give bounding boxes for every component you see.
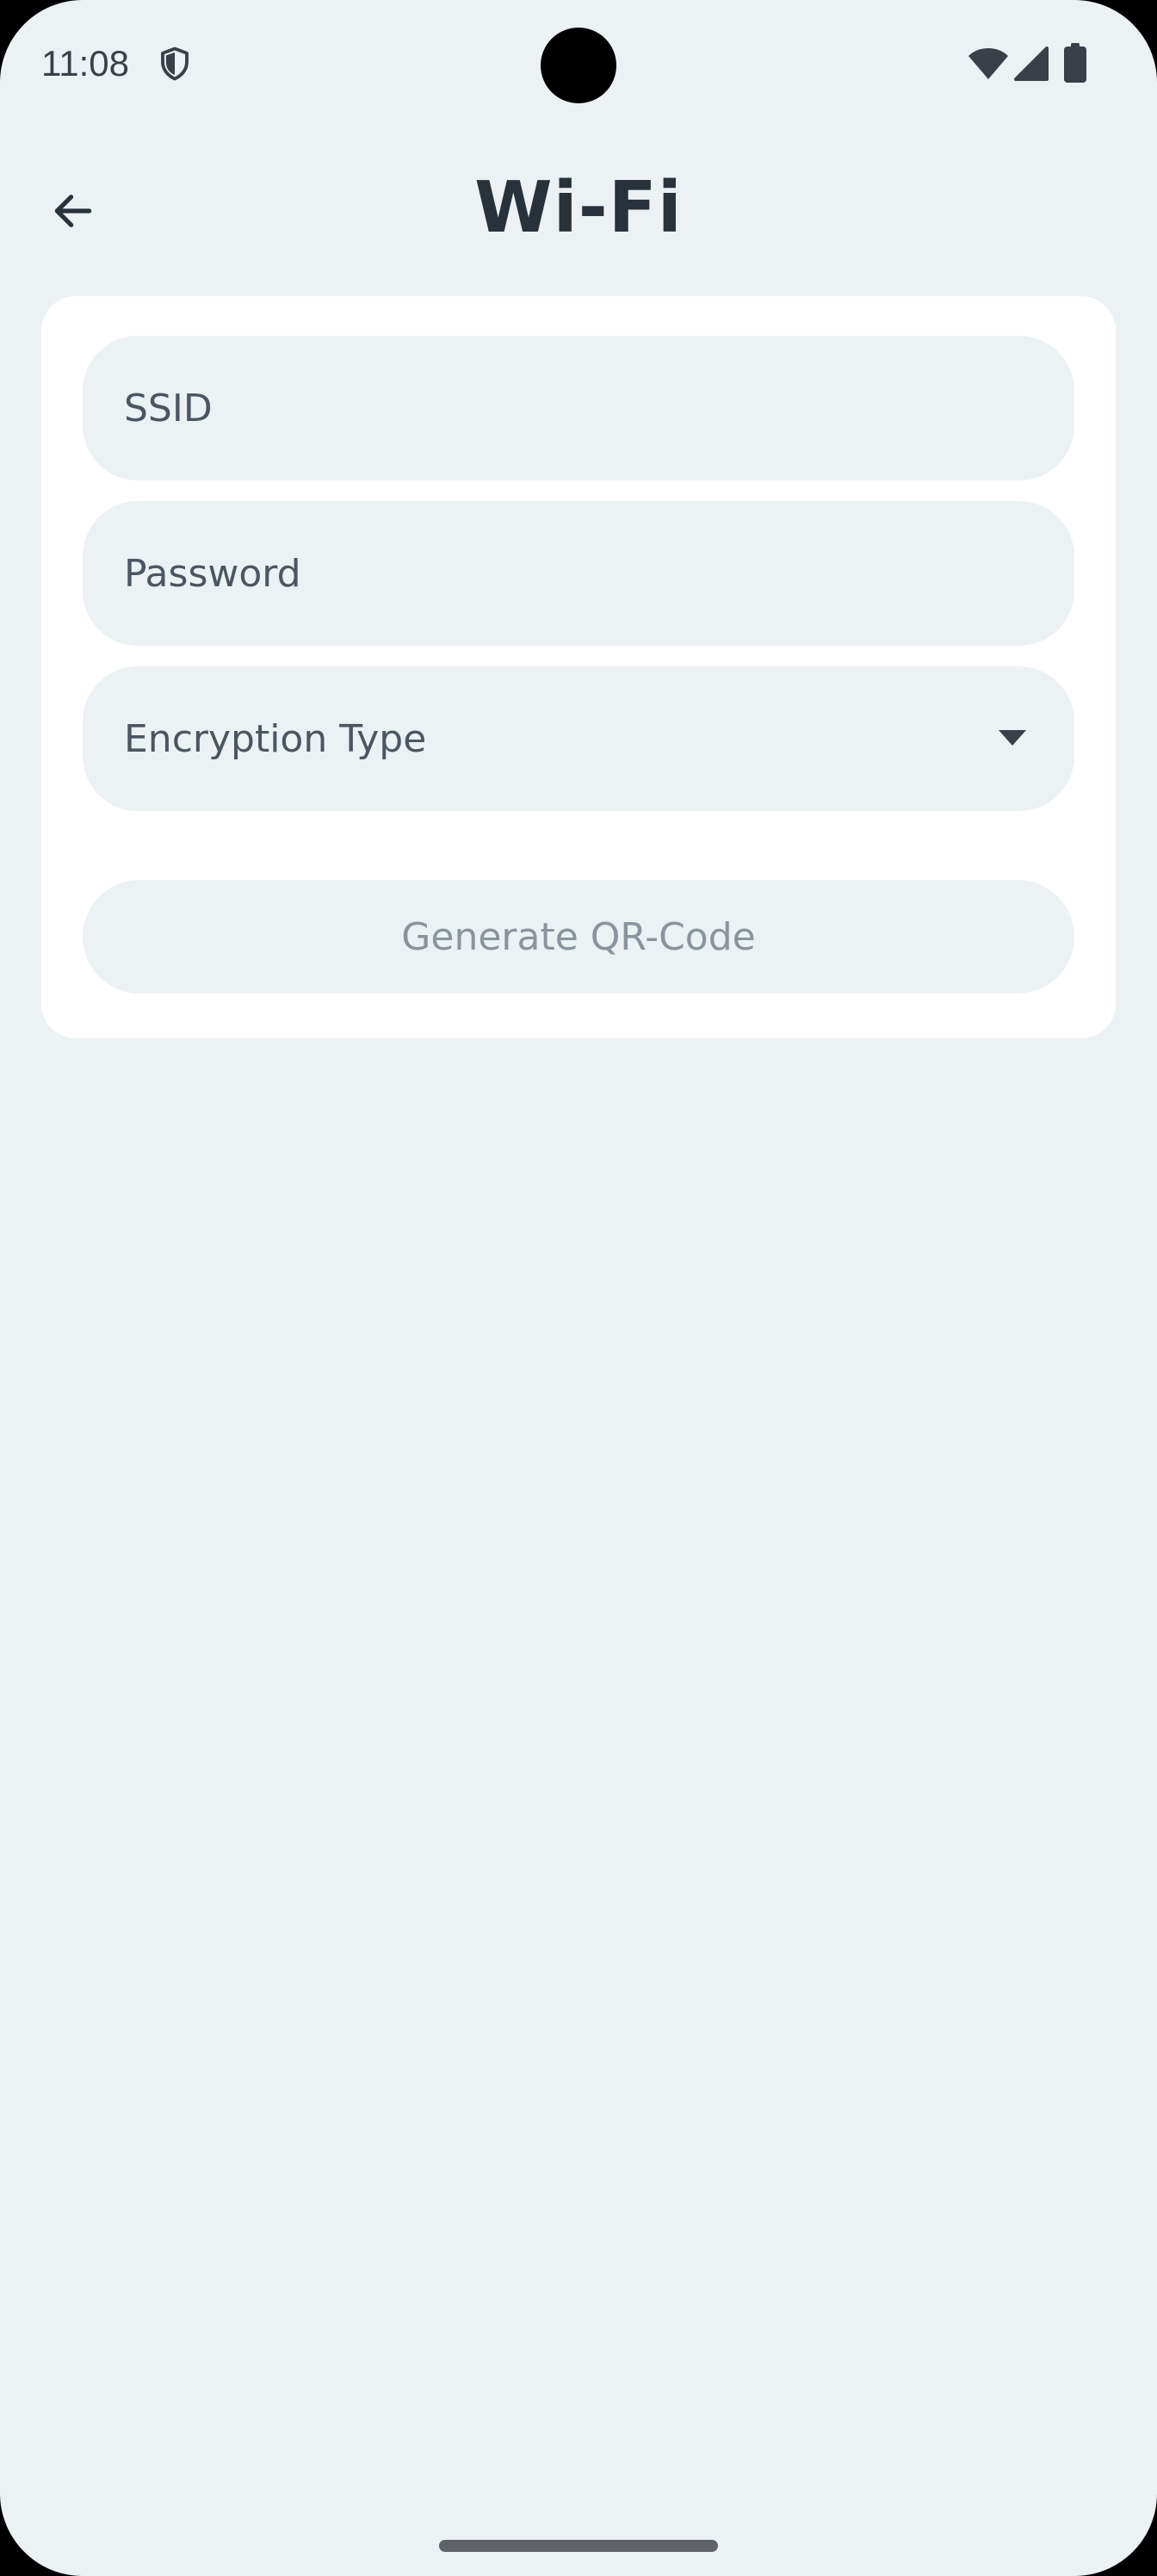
screen: 11:08 Wi-Fi SSID Password Encryption Typ… [0, 0, 1157, 2576]
signal-icon [1014, 46, 1049, 81]
ssid-field[interactable]: SSID [83, 336, 1074, 480]
status-time: 11:08 [41, 43, 129, 84]
generate-qr-code-button[interactable]: Generate QR-Code [83, 880, 1074, 994]
form-card: SSID Password Encryption Type Generate Q… [41, 296, 1116, 1038]
status-bar: 11:08 [0, 0, 1157, 129]
password-field[interactable]: Password [83, 501, 1074, 646]
encryption-type-label: Encryption Type [124, 716, 427, 761]
gesture-navigation-bar[interactable] [439, 2540, 718, 2552]
wifi-icon [968, 48, 1008, 79]
ssid-label: SSID [124, 386, 213, 430]
dropdown-arrow-icon [999, 730, 1026, 746]
encryption-type-dropdown[interactable]: Encryption Type [83, 666, 1074, 811]
shield-icon [161, 46, 189, 81]
page-title: Wi-Fi [474, 167, 683, 249]
battery-icon [1064, 43, 1086, 83]
camera-cutout [541, 28, 616, 103]
generate-qr-code-label: Generate QR-Code [401, 914, 756, 959]
password-label: Password [124, 551, 301, 596]
